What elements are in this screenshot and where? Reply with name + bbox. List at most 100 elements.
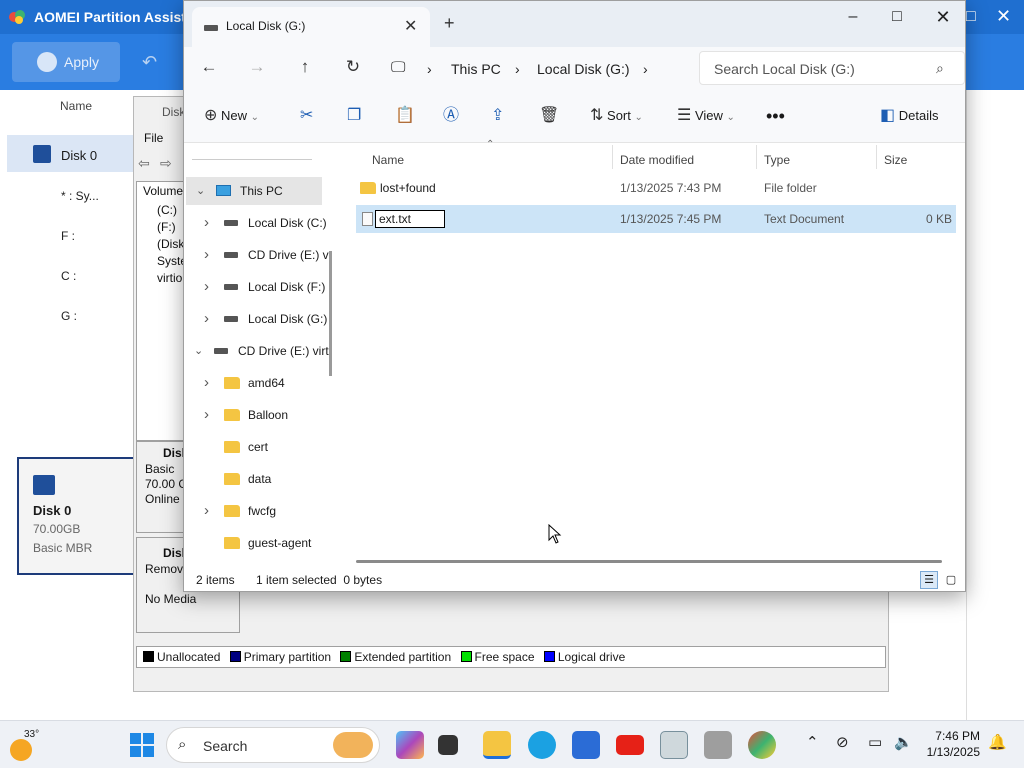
chevron-right-icon[interactable]: › — [204, 209, 209, 237]
new-label: New — [221, 108, 248, 123]
new-button[interactable]: ⊕ New ⌄ — [204, 103, 259, 129]
youtube-icon[interactable] — [616, 735, 644, 755]
volume-item[interactable]: (Disk — [157, 237, 184, 251]
chevron-right-icon[interactable]: › — [204, 369, 209, 397]
nav-item[interactable]: cert — [184, 433, 334, 461]
partition-item[interactable]: C : — [61, 269, 76, 283]
nav-item[interactable]: › Local Disk (G:) — [184, 305, 334, 333]
folder-icon — [224, 529, 240, 557]
chevron-down-icon[interactable]: ⌄ — [196, 177, 205, 205]
nav-item[interactable]: ⌄ CD Drive (E:) virt — [184, 337, 334, 365]
file-row-selected[interactable]: ext.txt 1/13/2025 7:45 PM Text Document … — [356, 205, 956, 233]
horizontal-scrollbar[interactable] — [356, 560, 942, 563]
column-header-date[interactable]: Date modified — [620, 147, 694, 173]
chevron-right-icon[interactable]: › — [204, 305, 209, 333]
chevron-right-icon[interactable]: › — [204, 401, 209, 429]
minimize-icon[interactable]: – — [830, 5, 876, 35]
nav-scrollbar[interactable] — [329, 251, 332, 376]
nav-item[interactable]: data — [184, 465, 334, 493]
close-tab-icon[interactable]: ✕ — [404, 16, 417, 36]
details-view-icon[interactable]: ☰ — [920, 571, 938, 589]
maximize-icon[interactable]: □ — [874, 5, 920, 35]
refresh-icon[interactable]: ↻ — [338, 55, 368, 81]
nav-item[interactable]: › Local Disk (C:) — [184, 209, 334, 237]
dm-disk-block[interactable]: Disk Basic 70.00 G Online — [136, 441, 188, 533]
column-header-size[interactable]: Size — [884, 147, 907, 173]
nav-item[interactable]: › CD Drive (E:) v — [184, 241, 334, 269]
explorer-tab[interactable]: Local Disk (G:) ✕ — [192, 7, 430, 47]
close-icon[interactable]: ✕ — [920, 5, 966, 35]
back-icon[interactable]: ⇦ — [138, 155, 150, 172]
store-icon[interactable] — [572, 731, 600, 759]
column-separator[interactable] — [876, 145, 877, 169]
rename-input[interactable]: ext.txt — [375, 210, 445, 228]
nav-item[interactable]: guest-agent — [184, 529, 334, 557]
breadcrumb-this-pc[interactable]: This PC — [451, 61, 501, 77]
column-separator[interactable] — [756, 145, 757, 169]
nav-item[interactable]: › amd64 — [184, 369, 334, 397]
sort-button[interactable]: ⇅ Sort ⌄ — [590, 103, 643, 129]
nav-item[interactable]: ⌄ This PC — [186, 177, 322, 205]
back-icon[interactable]: ← — [194, 55, 224, 81]
navigation-pane: ⌄ This PC › Local Disk (C:) › CD Drive (E:) v… — [184, 143, 336, 569]
more-options-button[interactable]: ••• — [766, 103, 785, 129]
details-button[interactable]: ◧ Details — [880, 103, 939, 129]
chevron-right-icon[interactable]: › — [204, 273, 209, 301]
aomei-close-icon[interactable]: ✕ — [996, 6, 1011, 27]
address-bar[interactable]: 🖵 › This PC › Local Disk (G:) › — [389, 51, 689, 85]
partition-item[interactable]: G : — [61, 309, 77, 323]
disk-management-taskbar-icon[interactable] — [660, 731, 688, 759]
aomei-maximize-icon[interactable]: □ — [966, 8, 976, 26]
nav-item-label: Local Disk (G:) — [248, 312, 328, 326]
edge-icon[interactable] — [528, 731, 556, 759]
network-icon[interactable]: ⊘ — [836, 733, 849, 751]
cut-button[interactable]: ✂ — [300, 103, 313, 129]
copilot-icon[interactable] — [396, 731, 424, 759]
chevron-right-icon[interactable]: › — [204, 241, 209, 269]
disk-0-card[interactable]: Disk 0 70.00GB Basic MBR — [17, 457, 135, 575]
chevron-down-icon[interactable]: ⌄ — [194, 337, 203, 365]
file-explorer-taskbar-icon[interactable] — [483, 731, 511, 759]
disk-0-row[interactable]: Disk 0 — [7, 135, 135, 172]
delete-button[interactable]: 🗑 — [539, 103, 559, 129]
copy-button[interactable]: ❐ — [347, 103, 361, 129]
aomei-taskbar-icon[interactable] — [748, 731, 776, 759]
volume-item[interactable]: (C:) — [157, 203, 177, 217]
start-icon[interactable] — [130, 733, 154, 760]
column-separator[interactable] — [612, 145, 613, 169]
taskbar-search[interactable]: ⌕ Search — [166, 727, 380, 763]
rename-button[interactable]: Ⓐ — [443, 103, 459, 129]
nav-item[interactable]: › Balloon — [184, 401, 334, 429]
apply-button[interactable]: Apply — [12, 42, 120, 82]
volume-item[interactable]: virtio — [157, 271, 182, 285]
chevron-right-icon[interactable]: › — [204, 497, 209, 525]
breadcrumb-local-disk-g[interactable]: Local Disk (G:) — [537, 61, 630, 77]
chevron-up-icon[interactable]: ⌃ — [806, 733, 819, 751]
up-icon[interactable]: ↑ — [290, 55, 320, 81]
share-button[interactable]: ⇪ — [491, 103, 504, 129]
volume-item[interactable]: (F:) — [157, 220, 176, 234]
nav-item[interactable]: › Local Disk (F:) — [184, 273, 334, 301]
file-row[interactable]: lost+found 1/13/2025 7:43 PM File folder — [356, 174, 956, 202]
usb-tool-icon[interactable] — [704, 731, 732, 759]
undo-icon[interactable]: ↶ — [142, 52, 157, 73]
column-header-name[interactable]: Name — [372, 147, 404, 173]
forward-icon[interactable]: ⇨ — [160, 155, 172, 172]
display-icon[interactable]: ▭ — [868, 733, 882, 751]
system-clock[interactable]: 7:46 PM 1/13/2025 — [927, 728, 980, 760]
column-header-type[interactable]: Type — [764, 147, 790, 173]
tiles-view-icon[interactable]: ▢ — [942, 571, 960, 589]
partition-item[interactable]: * : Sy... — [61, 189, 99, 203]
view-button[interactable]: ☰ View ⌄ — [677, 103, 735, 129]
task-view-icon[interactable] — [438, 735, 458, 755]
search-input[interactable]: Search Local Disk (G:) ⌕ — [699, 51, 965, 85]
nav-item[interactable]: › fwcfg — [184, 497, 334, 525]
partition-item[interactable]: F : — [61, 229, 75, 243]
new-tab-icon[interactable]: + — [444, 13, 455, 34]
paste-button[interactable]: 📋 — [395, 103, 415, 129]
notification-bell-icon[interactable]: 🔔 — [988, 733, 1007, 751]
volume-icon[interactable]: 🔈 — [894, 733, 913, 751]
dm-menu-file[interactable]: File — [144, 131, 163, 145]
forward-icon[interactable]: → — [242, 55, 272, 81]
legend-swatch — [229, 651, 241, 662]
